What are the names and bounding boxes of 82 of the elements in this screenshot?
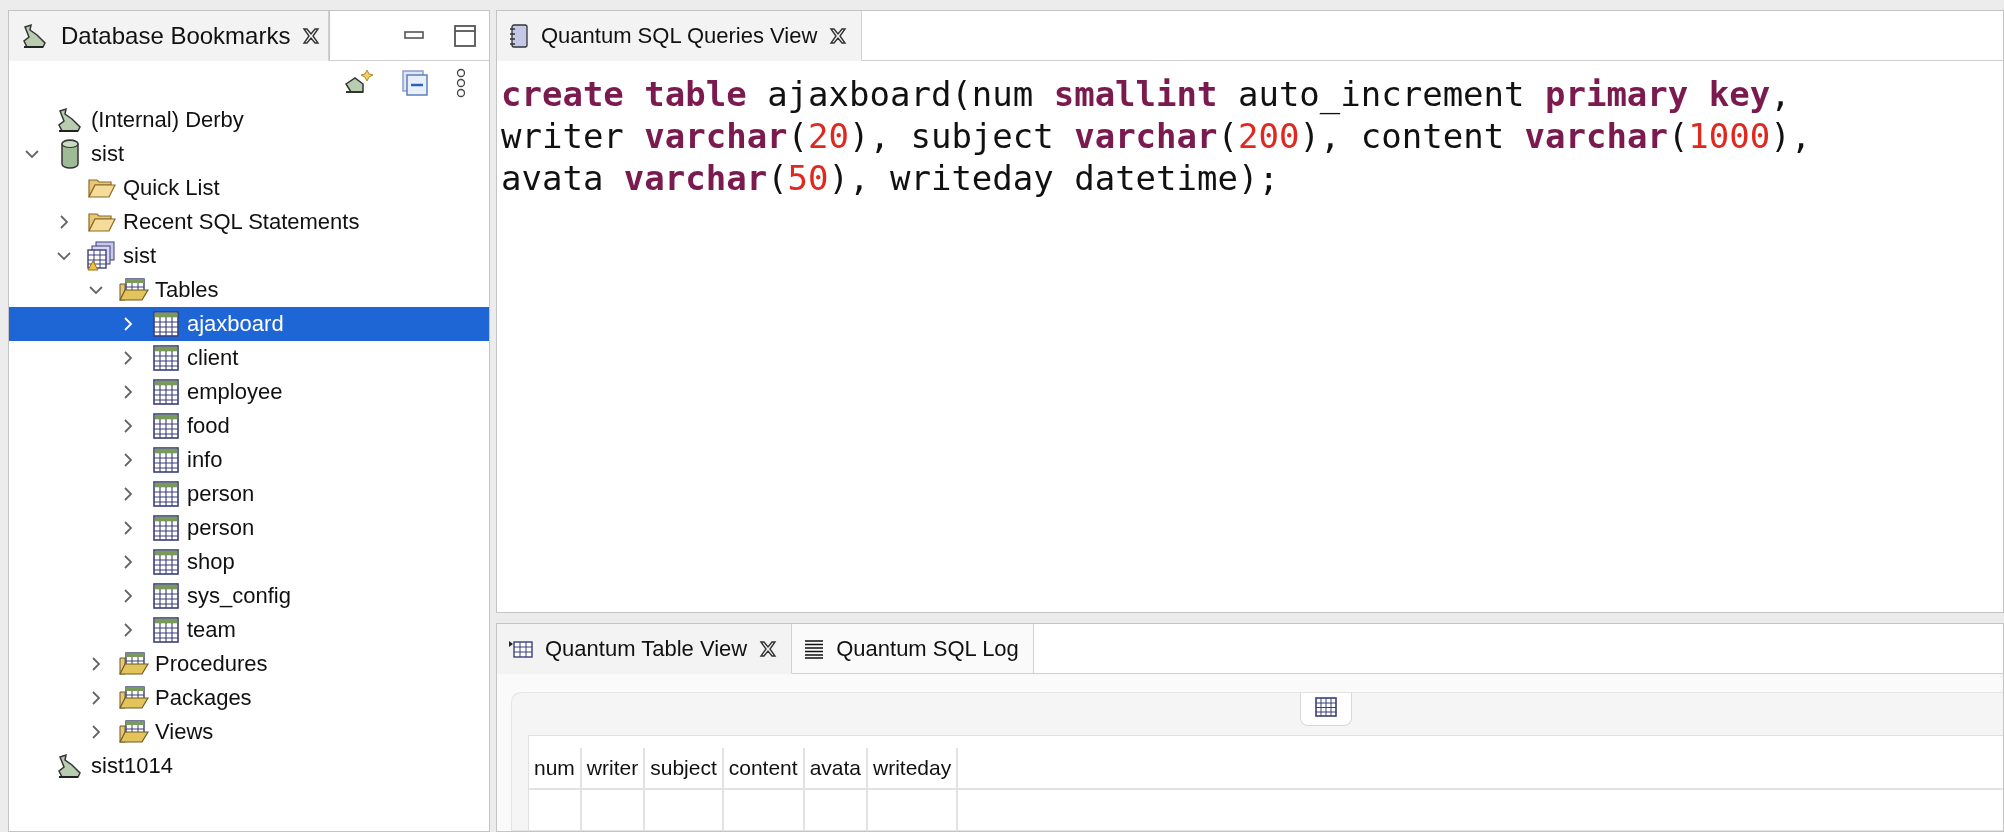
tree-item[interactable]: person	[9, 511, 489, 545]
more-options-icon[interactable]	[455, 68, 467, 98]
panel-tab[interactable]: Quantum Table View	[497, 624, 793, 674]
tree-item[interactable]: team	[9, 613, 489, 647]
bookmark-icon	[56, 107, 84, 133]
column-header[interactable]: avata	[804, 748, 868, 790]
table-icon	[153, 311, 179, 337]
column-header[interactable]: writeday	[868, 748, 959, 790]
chevron-right-icon[interactable]	[121, 351, 135, 365]
column-header[interactable]: subject	[645, 748, 724, 790]
panel-tab[interactable]: Quantum SQL Queries View	[497, 11, 863, 61]
table-icon	[153, 583, 179, 609]
tree-item[interactable]: Quick List	[9, 171, 489, 205]
table-icon	[153, 481, 179, 507]
table-button[interactable]	[1299, 693, 1352, 726]
table-icon	[153, 447, 179, 473]
chevron-right-icon[interactable]	[121, 453, 135, 467]
tree-item[interactable]: sist1014	[9, 749, 489, 783]
chevron-right-icon[interactable]	[89, 657, 103, 671]
chevron-right-icon[interactable]	[121, 623, 135, 637]
tree-item[interactable]: sys_config	[9, 579, 489, 613]
chevron-down-icon[interactable]	[89, 283, 103, 297]
tree-item[interactable]: shop	[9, 545, 489, 579]
notebook-icon	[509, 23, 529, 48]
bookmark-icon	[56, 753, 84, 779]
lines-icon	[804, 638, 825, 659]
chevron-down-icon[interactable]	[25, 147, 39, 161]
chevron-right-icon[interactable]	[121, 555, 135, 569]
code-line: create table ajaxboard(num smallint auto_increment primary key,	[501, 73, 1791, 115]
panel-tab[interactable]: Quantum SQL Log	[792, 624, 1034, 674]
table-icon	[153, 549, 179, 575]
table-folder-icon	[119, 652, 149, 676]
cylinder-icon	[60, 139, 80, 169]
table-folder-icon	[119, 278, 149, 302]
table-folder-icon	[119, 720, 149, 744]
tree-item[interactable]: Recent SQL Statements	[9, 205, 489, 239]
tree-item[interactable]: person	[9, 477, 489, 511]
tree-item[interactable]: client	[9, 341, 489, 375]
chevron-right-icon[interactable]	[121, 487, 135, 501]
table-icon	[153, 617, 179, 643]
maximize-icon[interactable]	[453, 23, 477, 48]
tree-item[interactable]: employee	[9, 375, 489, 409]
table-arrow-icon	[509, 638, 533, 659]
tree-item[interactable]: info	[9, 443, 489, 477]
column-header[interactable]: num	[529, 748, 582, 790]
tree-item[interactable]: Tables	[9, 273, 489, 307]
table-folder-icon	[119, 686, 149, 710]
chevron-right-icon[interactable]	[89, 691, 103, 705]
chevron-right-icon[interactable]	[121, 419, 135, 433]
tree-item[interactable]: sist	[9, 239, 489, 273]
folder-icon	[88, 211, 116, 233]
table-icon	[153, 379, 179, 405]
tree-item[interactable]: food	[9, 409, 489, 443]
tree-item[interactable]: Procedures	[9, 647, 489, 681]
panel-tab[interactable]: Database Bookmarks	[9, 11, 329, 61]
tree-item[interactable]: sist	[9, 137, 489, 171]
chevron-right-icon[interactable]	[121, 521, 135, 535]
collapse-all-icon[interactable]	[401, 69, 429, 97]
table-icon	[1314, 697, 1337, 717]
table-icon	[153, 413, 179, 439]
close-icon[interactable]	[302, 26, 321, 45]
chevron-right-icon[interactable]	[121, 317, 135, 331]
tree-item[interactable]: Views	[9, 715, 489, 749]
chevron-right-icon[interactable]	[121, 589, 135, 603]
bookmark-icon	[21, 22, 49, 49]
table-icon	[153, 345, 179, 371]
column-header[interactable]: content	[723, 748, 805, 790]
code-line: avata varchar(50), writeday datetime);	[501, 157, 1279, 199]
chevron-right-icon[interactable]	[121, 385, 135, 399]
grid-stack-icon	[87, 241, 117, 271]
code-line: writer varchar(20), subject varchar(200), content varchar(1000),	[501, 115, 1812, 157]
close-icon[interactable]	[759, 639, 778, 658]
close-icon[interactable]	[829, 26, 848, 45]
chevron-down-icon[interactable]	[57, 249, 71, 263]
chevron-right-icon[interactable]	[57, 215, 71, 229]
table-icon	[153, 515, 179, 541]
tree-item[interactable]: ajaxboard	[9, 307, 489, 341]
tree-item[interactable]: Packages	[9, 681, 489, 715]
folder-icon	[88, 177, 116, 199]
column-header[interactable]: writer	[581, 748, 646, 790]
tree-item[interactable]: (Internal) Derby	[9, 103, 489, 137]
chevron-right-icon[interactable]	[89, 725, 103, 739]
